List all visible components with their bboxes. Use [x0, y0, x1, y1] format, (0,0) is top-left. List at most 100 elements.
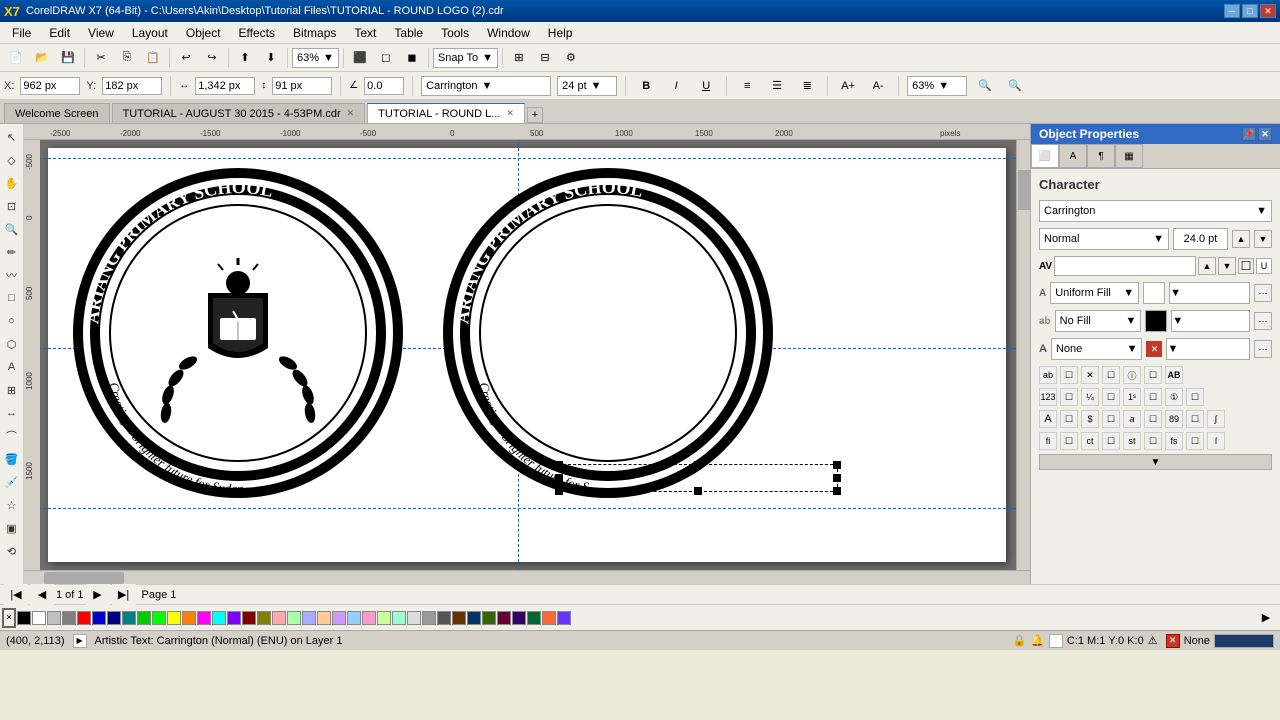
select-tool[interactable]: ↖ — [1, 126, 23, 148]
decrease-size-btn[interactable]: A- — [866, 75, 890, 97]
panel-outline-dropdown[interactable]: No Fill ▼ — [1055, 310, 1142, 332]
options-button[interactable]: ⚙ — [559, 47, 583, 69]
av-down[interactable]: ▼ — [1218, 257, 1236, 275]
tab-welcome[interactable]: Welcome Screen — [4, 103, 110, 123]
color-gray1[interactable] — [47, 611, 61, 625]
y-input[interactable] — [102, 77, 162, 95]
color-orange[interactable] — [182, 611, 196, 625]
char-icon-123[interactable]: 123 — [1039, 388, 1057, 406]
color-pink[interactable] — [197, 611, 211, 625]
panel-tab-char[interactable]: A — [1059, 144, 1087, 168]
char-icon-st[interactable]: st — [1123, 432, 1141, 450]
color-light-green[interactable] — [287, 611, 301, 625]
char-icon-a-big[interactable]: A — [1039, 410, 1057, 428]
copy-button[interactable]: ⎘ — [115, 47, 139, 69]
save-button[interactable]: 💾 — [56, 47, 80, 69]
full-screen-button[interactable]: ⬛ — [348, 47, 372, 69]
effect-extra-dropdown[interactable]: ▼ — [1166, 338, 1250, 360]
panel-fontsize-down[interactable]: ▼ — [1254, 230, 1272, 248]
color-sky-blue[interactable] — [347, 611, 361, 625]
rect-tool[interactable]: □ — [1, 287, 23, 309]
char-icon-ordinal[interactable]: ① — [1165, 388, 1183, 406]
shadow-tool[interactable]: ▣ — [1, 517, 23, 539]
menu-effects[interactable]: Effects — [231, 23, 283, 43]
status-x-btn[interactable]: ✕ — [1166, 634, 1180, 648]
italic-button[interactable]: I — [664, 75, 688, 97]
color-forest[interactable] — [527, 611, 541, 625]
no-color-swatch[interactable]: ✕ — [2, 608, 16, 628]
menu-tools[interactable]: Tools — [433, 23, 477, 43]
color-light-pink[interactable] — [272, 611, 286, 625]
panel-close-button[interactable]: ✕ — [1258, 127, 1272, 141]
fill-swatch[interactable] — [1143, 282, 1165, 304]
char-icon-swash[interactable]: ∫ — [1207, 410, 1225, 428]
color-dark-blue[interactable] — [467, 611, 481, 625]
char-icon-italic-a[interactable]: a — [1123, 410, 1141, 428]
color-deep-rose[interactable] — [497, 611, 511, 625]
titlebar-controls[interactable]: ─ □ ✕ — [1224, 4, 1276, 18]
color-peach[interactable] — [317, 611, 331, 625]
align-left-btn[interactable]: ≡ — [735, 75, 759, 97]
outline-extra-dropdown[interactable]: ▼ — [1171, 310, 1250, 332]
color-violet[interactable] — [557, 611, 571, 625]
fontsize-dropdown[interactable]: 24 pt ▼ — [557, 76, 617, 96]
color-light-blue[interactable] — [302, 611, 316, 625]
crop-tool[interactable]: ⊡ — [1, 195, 23, 217]
handle-tr[interactable] — [833, 461, 841, 469]
color-green[interactable] — [137, 611, 151, 625]
text-tool[interactable]: A — [1, 356, 23, 378]
color-maroon[interactable] — [242, 611, 256, 625]
new-button[interactable]: 📄 — [4, 47, 28, 69]
color-lavender[interactable] — [332, 611, 346, 625]
color-yellow[interactable] — [167, 611, 181, 625]
page-next[interactable]: ▶ — [86, 584, 110, 606]
connector-tool[interactable]: ⌒ — [1, 425, 23, 447]
menu-bitmaps[interactable]: Bitmaps — [285, 23, 344, 43]
angle-input[interactable] — [364, 77, 404, 95]
effect-settings-btn[interactable]: ⋯ — [1254, 340, 1272, 358]
av-underline[interactable]: U — [1256, 258, 1272, 274]
char-icon-sub[interactable]: ab — [1039, 366, 1057, 384]
cut-button[interactable]: ✂ — [89, 47, 113, 69]
outline-swatch[interactable] — [1145, 310, 1167, 332]
width-input[interactable] — [195, 77, 255, 95]
height-input[interactable] — [272, 77, 332, 95]
x-input[interactable] — [20, 77, 80, 95]
color-navy[interactable] — [107, 611, 121, 625]
color-purple[interactable] — [227, 611, 241, 625]
av-up[interactable]: ▲ — [1198, 257, 1216, 275]
table-tool[interactable]: ⊞ — [1, 379, 23, 401]
polygon-tool[interactable]: ⬡ — [1, 333, 23, 355]
panel-style-dropdown[interactable]: Normal ▼ — [1039, 228, 1169, 250]
tab-tutorial1[interactable]: TUTORIAL - AUGUST 30 2015 - 4-53PM.cdr ✕ — [112, 103, 366, 123]
char-icon-quarter[interactable]: ¼ — [1081, 388, 1099, 406]
undo-button[interactable]: ↩ — [174, 47, 198, 69]
panel-tab-frame[interactable]: ▦ — [1115, 144, 1143, 168]
handle-ml[interactable] — [555, 474, 563, 482]
open-button[interactable]: 📂 — [30, 47, 54, 69]
hscroll[interactable] — [24, 570, 1030, 584]
zoom-out-button[interactable]: 🔍 — [1003, 75, 1027, 97]
handle-mr[interactable] — [833, 474, 841, 482]
panel-pin-button[interactable]: 📌 — [1242, 127, 1256, 141]
color-indigo[interactable] — [512, 611, 526, 625]
fill-settings-btn[interactable]: ⋯ — [1254, 284, 1272, 302]
color-dark-gray[interactable] — [437, 611, 451, 625]
redo-button[interactable]: ↪ — [200, 47, 224, 69]
color-mid-gray[interactable] — [422, 611, 436, 625]
color-brown[interactable] — [452, 611, 466, 625]
page-prev[interactable]: ◀ — [30, 584, 54, 606]
menu-object[interactable]: Object — [178, 23, 229, 43]
export-button[interactable]: ⬇ — [259, 47, 283, 69]
color-lime[interactable] — [152, 611, 166, 625]
color-scroll-right[interactable]: ▶ — [1254, 607, 1278, 629]
color-light-gray[interactable] — [407, 611, 421, 625]
outline-settings-btn[interactable]: ⋯ — [1254, 312, 1272, 330]
char-icon-super[interactable]: 1ˢ — [1123, 388, 1141, 406]
handle-tl[interactable] — [555, 461, 563, 469]
hscroll-thumb[interactable] — [44, 572, 124, 584]
char-icon-ct[interactable]: ct — [1081, 432, 1099, 450]
guide-button[interactable]: ⊟ — [533, 47, 557, 69]
av-check[interactable]: ☐ — [1238, 258, 1254, 274]
char-icon-AB[interactable]: AB — [1165, 366, 1183, 384]
